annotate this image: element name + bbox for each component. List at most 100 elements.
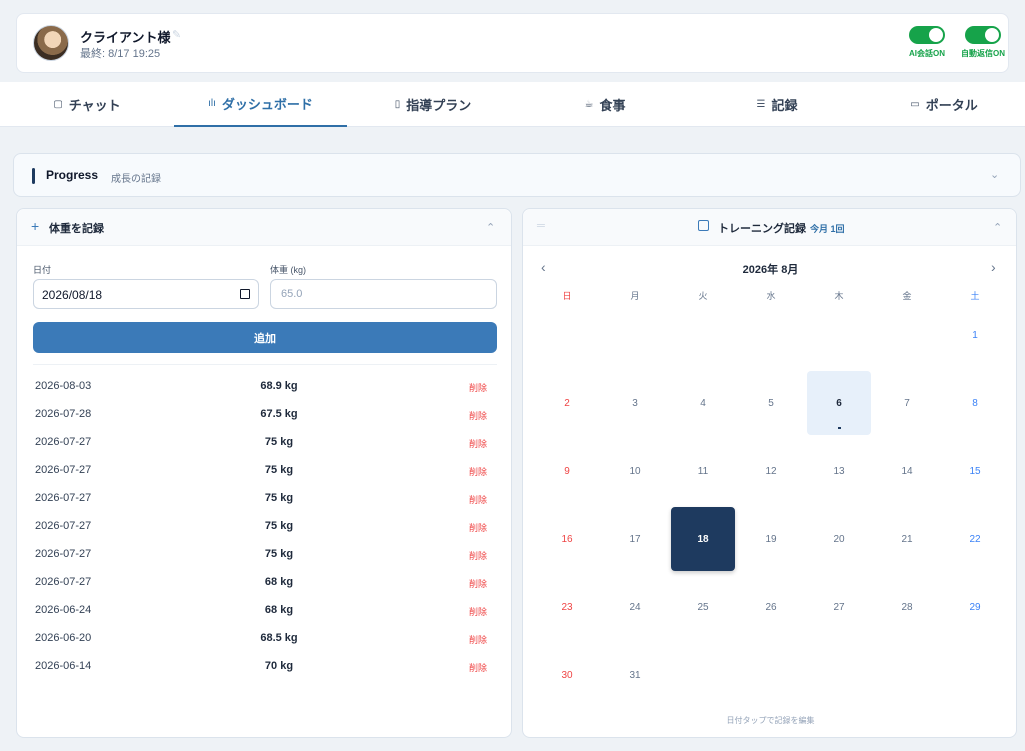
toggle-switch[interactable] xyxy=(965,26,1001,44)
delete-button[interactable]: 削除 xyxy=(469,437,487,450)
weight-panel: + 体重を記録 ⌃ 日付 体重 (kg) 2026/08/18 65.0 追加 … xyxy=(16,208,512,738)
calendar-day[interactable]: 11 xyxy=(671,439,735,503)
month-label: 2026年 8月 xyxy=(742,264,799,276)
weight-input[interactable]: 65.0 xyxy=(270,279,497,309)
calendar-day[interactable]: 28 xyxy=(875,575,939,639)
tab-label: 指導プラン xyxy=(406,98,472,113)
calendar-day[interactable]: 22 xyxy=(943,507,1007,571)
calendar-day[interactable]: 21 xyxy=(875,507,939,571)
calendar-day[interactable]: 16 xyxy=(535,507,599,571)
list-icon: ☰ xyxy=(756,99,766,110)
record-date: 2026-07-28 xyxy=(35,408,92,420)
chevron-up-icon[interactable]: ⌃ xyxy=(486,221,495,234)
calendar-day[interactable]: 6 xyxy=(807,371,871,435)
delete-button[interactable]: 削除 xyxy=(469,381,487,394)
drag-handle-icon[interactable]: ═ xyxy=(537,220,545,232)
tab-dashboard[interactable]: ılı ダッシュボード xyxy=(174,82,347,127)
calendar-day[interactable]: 14 xyxy=(875,439,939,503)
calendar-day[interactable]: 20 xyxy=(807,507,871,571)
progress-title: Progress xyxy=(46,168,99,182)
calendar-day[interactable]: 7 xyxy=(875,371,939,435)
tab-label: チャット xyxy=(68,98,121,113)
weekday-header: 土 xyxy=(970,291,980,301)
calendar-day[interactable]: 3 xyxy=(603,371,667,435)
client-header: クライアント様 ✎ 最終: 8/17 19:25 AI会話ON 自動返信ON xyxy=(16,13,1009,73)
training-panel: ═ トレーニング記録 今月 1回 ⌃ ‹ 2026年 8月 › 日月火水木金土1… xyxy=(522,208,1017,738)
chevron-down-icon[interactable]: ⌄ xyxy=(990,168,999,181)
delete-button[interactable]: 削除 xyxy=(469,465,487,478)
weight-label: 体重 (kg) xyxy=(270,265,307,275)
delete-button[interactable]: 削除 xyxy=(469,605,487,618)
record-date: 2026-07-27 xyxy=(35,576,92,588)
calendar-day[interactable]: 31 xyxy=(603,643,667,707)
next-month-icon[interactable]: › xyxy=(991,259,996,275)
tab-label: 食事 xyxy=(599,98,626,113)
weekday-header: 水 xyxy=(766,291,776,301)
calendar-day[interactable]: 17 xyxy=(603,507,667,571)
calendar-day[interactable]: 19 xyxy=(739,507,803,571)
calendar-day[interactable]: 24 xyxy=(603,575,667,639)
delete-button[interactable]: 削除 xyxy=(469,549,487,562)
date-input[interactable]: 2026/08/18 xyxy=(33,279,259,309)
calendar-day[interactable]: 2 xyxy=(535,371,599,435)
calendar-day[interactable]: 30 xyxy=(535,643,599,707)
tab-meals[interactable]: ☕ 食事 xyxy=(519,82,691,127)
chart-icon: ılı xyxy=(208,98,216,109)
record-date: 2026-08-03 xyxy=(35,380,92,392)
calendar-day[interactable]: 27 xyxy=(807,575,871,639)
tab-plan[interactable]: ▯ 指導プラン xyxy=(347,82,519,127)
tab-chat[interactable]: ▢ チャット xyxy=(0,82,174,127)
tab-portal[interactable]: ▭ ポータル xyxy=(863,82,1025,127)
weekday-header: 月 xyxy=(630,291,640,301)
delete-button[interactable]: 削除 xyxy=(469,577,487,590)
calendar-day[interactable]: 26 xyxy=(739,575,803,639)
calendar-day[interactable]: 1 xyxy=(943,303,1007,367)
calendar-day[interactable]: 4 xyxy=(671,371,735,435)
tab-label: ポータル xyxy=(925,98,978,113)
last-seen: 最終: 8/17 19:25 xyxy=(80,48,161,60)
record-date: 2026-07-27 xyxy=(35,492,92,504)
calendar-day[interactable]: 29 xyxy=(943,575,1007,639)
calendar-day[interactable]: 12 xyxy=(739,439,803,503)
add-button[interactable]: 追加 xyxy=(33,322,497,353)
calendar-day[interactable]: 23 xyxy=(535,575,599,639)
calendar-day[interactable]: 5 xyxy=(739,371,803,435)
tab-label: ダッシュボード xyxy=(221,97,313,112)
weekday-header: 日 xyxy=(562,291,572,301)
calendar-day[interactable]: 15 xyxy=(943,439,1007,503)
divider xyxy=(33,364,497,365)
record-date: 2026-07-27 xyxy=(35,548,92,560)
table-row: 2026-07-27 75 kg 削除 xyxy=(17,513,511,541)
accent-bar xyxy=(32,168,35,184)
weight-panel-title: 体重を記録 xyxy=(49,223,104,235)
record-weight: 68 kg xyxy=(264,576,294,588)
ai-chat-toggle[interactable]: AI会話ON xyxy=(899,26,955,59)
table-row: 2026-07-27 75 kg 削除 xyxy=(17,541,511,569)
calendar-day[interactable]: 8 xyxy=(943,371,1007,435)
calendar-day[interactable]: 13 xyxy=(807,439,871,503)
training-panel-header[interactable]: ═ トレーニング記録 今月 1回 ⌃ xyxy=(523,209,1016,246)
toggle-label: 自動返信ON xyxy=(961,49,1005,58)
chevron-up-icon[interactable]: ⌃ xyxy=(993,221,1002,234)
pencil-icon[interactable]: ✎ xyxy=(172,28,181,41)
weight-panel-header[interactable]: + 体重を記録 ⌃ xyxy=(17,209,511,246)
progress-section[interactable]: Progress 成長の記録 ⌄ xyxy=(13,153,1021,197)
delete-button[interactable]: 削除 xyxy=(469,409,487,422)
calendar-day[interactable]: 9 xyxy=(535,439,599,503)
weekday-header: 火 xyxy=(698,291,708,301)
delete-button[interactable]: 削除 xyxy=(469,521,487,534)
date-value: 2026/08/18 xyxy=(42,288,103,302)
toggle-switch[interactable] xyxy=(909,26,945,44)
delete-button[interactable]: 削除 xyxy=(469,633,487,646)
auto-reply-toggle[interactable]: 自動返信ON xyxy=(955,26,1011,59)
delete-button[interactable]: 削除 xyxy=(469,493,487,506)
tab-records[interactable]: ☰ 記録 xyxy=(691,82,863,127)
calendar-icon[interactable] xyxy=(240,289,250,299)
calendar-day-today[interactable]: 18 xyxy=(671,507,735,571)
calendar-day[interactable]: 10 xyxy=(603,439,667,503)
toggle-label: AI会話ON xyxy=(909,49,945,58)
record-date: 2026-07-27 xyxy=(35,436,92,448)
delete-button[interactable]: 削除 xyxy=(469,661,487,674)
calendar-day[interactable]: 25 xyxy=(671,575,735,639)
date-label: 日付 xyxy=(33,265,52,275)
